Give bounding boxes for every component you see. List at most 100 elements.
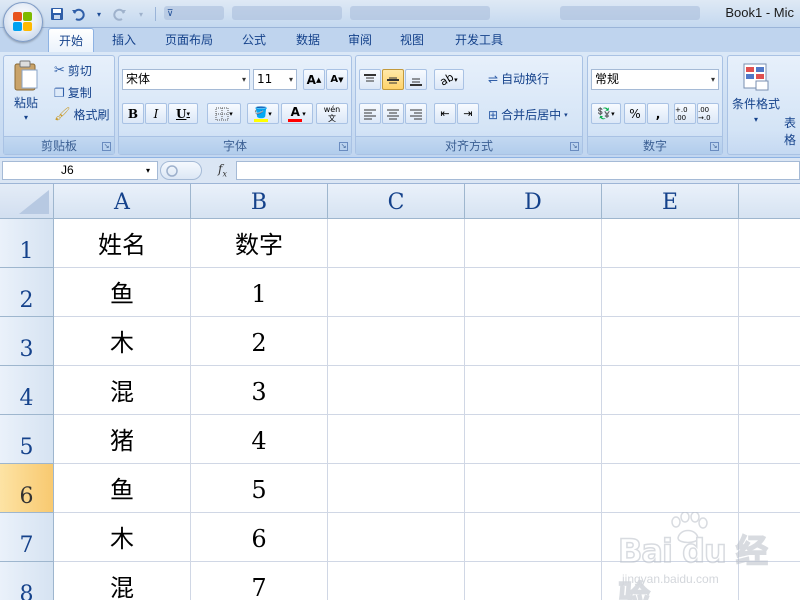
alignment-launcher-icon[interactable]: ↘ (570, 142, 579, 151)
grid-cell[interactable] (465, 562, 602, 600)
row-header-2[interactable]: 2 (0, 268, 54, 317)
borders-button[interactable]: ▾ (207, 103, 241, 124)
grid-cell[interactable]: 5 (191, 464, 328, 513)
row-header-3[interactable]: 3 (0, 317, 54, 366)
row-header-5[interactable]: 5 (0, 415, 54, 464)
align-bottom-button[interactable] (405, 69, 427, 90)
font-launcher-icon[interactable]: ↘ (339, 142, 348, 151)
wrap-text-button[interactable]: ⇌ 自动换行 (488, 70, 549, 87)
copy-button[interactable]: ❐ 复制 (54, 84, 92, 101)
bold-button[interactable]: B (122, 103, 144, 124)
clipboard-launcher-icon[interactable]: ↘ (102, 142, 111, 151)
save-icon[interactable] (48, 5, 66, 23)
grid-cell[interactable] (328, 317, 465, 366)
percent-button[interactable]: % (624, 103, 646, 124)
tab-insert[interactable]: 插入 (104, 28, 144, 52)
grid-cell[interactable] (328, 366, 465, 415)
grid-cell[interactable] (739, 415, 800, 464)
grid-cell[interactable] (465, 219, 602, 268)
redo-icon[interactable] (111, 5, 129, 23)
chevron-down-icon[interactable]: ▾ (146, 166, 150, 175)
grid-cell[interactable] (328, 219, 465, 268)
undo-dropdown-icon[interactable]: ▾ (90, 5, 108, 23)
grid-cell[interactable] (465, 415, 602, 464)
grid-cell[interactable] (602, 317, 739, 366)
orientation-button[interactable]: ab ▾ (434, 69, 464, 90)
grid-cell[interactable]: 6 (191, 513, 328, 562)
grow-font-button[interactable]: A ▲ (303, 69, 325, 90)
row-header-1[interactable]: 1 (0, 219, 54, 268)
grid-cell[interactable]: 混 (54, 562, 191, 600)
formula-input[interactable] (236, 161, 800, 180)
grid-cell[interactable] (328, 415, 465, 464)
tab-home[interactable]: 开始 (48, 28, 94, 53)
row-header-7[interactable]: 7 (0, 513, 54, 562)
grid-cell[interactable]: 木 (54, 513, 191, 562)
format-as-table-button[interactable]: 表格 (784, 114, 800, 148)
number-format-select[interactable]: 常规 ▾ (591, 69, 719, 90)
grid-cell[interactable]: 2 (191, 317, 328, 366)
grid-cell[interactable] (602, 464, 739, 513)
font-size-select[interactable]: 11 ▾ (253, 69, 297, 90)
select-all-button[interactable] (0, 184, 54, 219)
align-middle-button[interactable] (382, 69, 404, 90)
grid-cell[interactable] (328, 268, 465, 317)
redo-dropdown-icon[interactable]: ▾ (132, 5, 150, 23)
grid-cell[interactable]: 4 (191, 415, 328, 464)
tab-formulas[interactable]: 公式 (234, 28, 274, 52)
grid-cell[interactable]: 木 (54, 317, 191, 366)
currency-button[interactable]: 💱 ▾ (591, 103, 621, 124)
grid-cell[interactable]: 7 (191, 562, 328, 600)
grid-cell[interactable] (739, 268, 800, 317)
insert-function-icon[interactable]: fx (218, 162, 227, 178)
grid-cell[interactable] (328, 562, 465, 600)
row-header-8[interactable]: 8 (0, 562, 54, 600)
grid-cell[interactable]: 鱼 (54, 268, 191, 317)
conditional-format-button[interactable]: 条件格式 ▾ (732, 62, 780, 124)
grid-cell[interactable] (602, 415, 739, 464)
grid-cell[interactable]: 3 (191, 366, 328, 415)
grid-cell[interactable] (328, 464, 465, 513)
grid-cell[interactable] (602, 268, 739, 317)
tab-review[interactable]: 审阅 (340, 28, 380, 52)
grid-cell[interactable]: 鱼 (54, 464, 191, 513)
grid-cell[interactable]: 数字 (191, 219, 328, 268)
row-header-6[interactable]: 6 (0, 464, 54, 513)
align-top-button[interactable] (359, 69, 381, 90)
tab-page-layout[interactable]: 页面布局 (156, 28, 222, 52)
tab-developer[interactable]: 开发工具 (446, 28, 512, 52)
grid-cell[interactable] (739, 366, 800, 415)
align-right-button[interactable] (405, 103, 427, 124)
grid-cell[interactable] (465, 464, 602, 513)
phonetic-guide-button[interactable]: wén 文 (316, 103, 348, 124)
column-header-a[interactable]: A (54, 184, 191, 219)
column-header-f[interactable] (739, 184, 800, 219)
underline-button[interactable]: U ▾ (168, 103, 198, 124)
fill-color-button[interactable]: 🪣 ▾ (247, 103, 279, 124)
cut-button[interactable]: ✂ 剪切 (54, 62, 92, 79)
grid-cell[interactable] (465, 366, 602, 415)
customize-icon[interactable]: ⊽ (161, 5, 179, 23)
italic-button[interactable]: I (145, 103, 167, 124)
format-painter-button[interactable]: 🖌 格式刷 (54, 106, 110, 123)
shrink-font-button[interactable]: A ▼ (326, 69, 348, 90)
increase-decimal-button[interactable]: +.0 .00 (674, 103, 696, 124)
grid-cell[interactable]: 混 (54, 366, 191, 415)
grid-cell[interactable] (465, 317, 602, 366)
font-color-button[interactable]: A ▾ (281, 103, 313, 124)
formula-bar-expander[interactable] (160, 161, 202, 180)
tab-data[interactable]: 数据 (286, 28, 330, 52)
tab-view[interactable]: 视图 (392, 28, 432, 52)
paste-button[interactable]: 粘贴 ▾ (8, 60, 44, 122)
grid-cell[interactable]: 猪 (54, 415, 191, 464)
row-header-4[interactable]: 4 (0, 366, 54, 415)
undo-icon[interactable] (69, 5, 87, 23)
grid-cell[interactable]: 姓名 (54, 219, 191, 268)
column-header-d[interactable]: D (465, 184, 602, 219)
column-header-e[interactable]: E (602, 184, 739, 219)
grid-cell[interactable] (465, 268, 602, 317)
grid-cell[interactable] (739, 317, 800, 366)
grid-cell[interactable] (465, 513, 602, 562)
name-box[interactable]: J6 (2, 161, 158, 180)
font-name-select[interactable]: 宋体 ▾ (122, 69, 250, 90)
